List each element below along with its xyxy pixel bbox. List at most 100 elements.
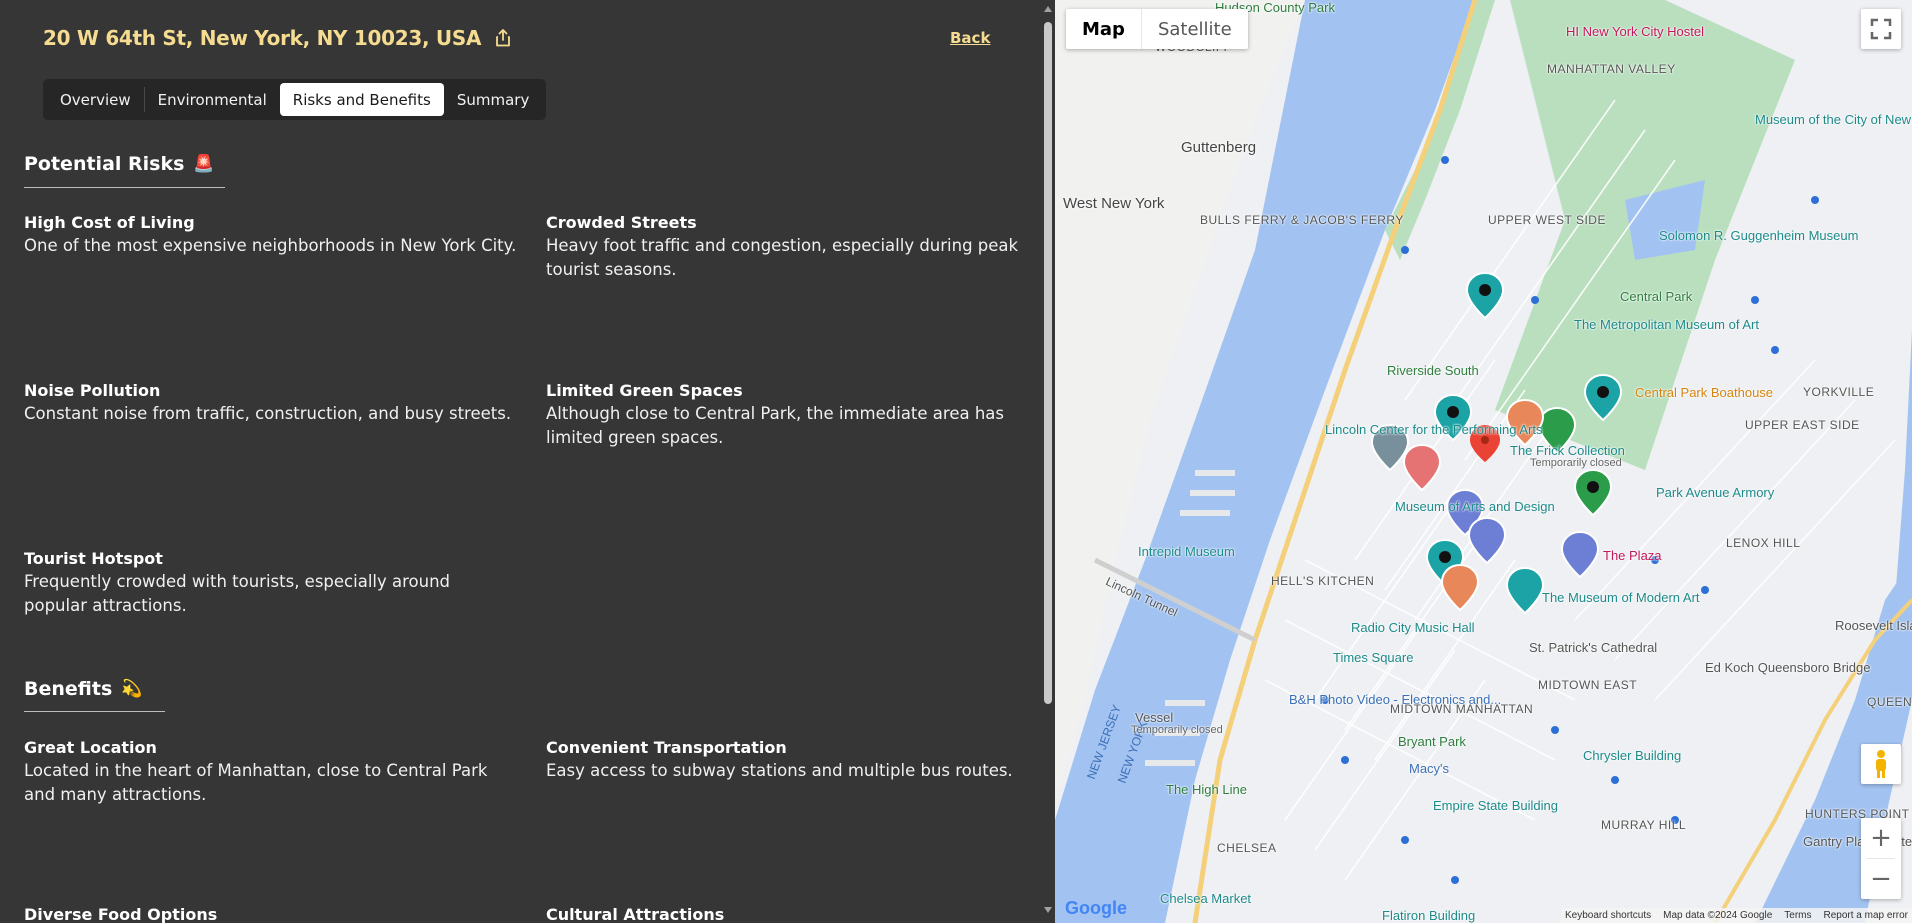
map-label: Guttenberg <box>1181 139 1257 156</box>
map-label: The Frick Collection <box>1510 443 1625 458</box>
benefits-underline <box>24 711 165 712</box>
map-label: Park Avenue Armory <box>1656 485 1775 500</box>
map-label: West New York <box>1063 195 1165 212</box>
map-footer: Keyboard shortcuts Map data ©2024 Google… <box>1561 908 1912 923</box>
risk-desc: Although close to Central Park, the imme… <box>546 404 1004 447</box>
keyboard-shortcuts-link[interactable]: Keyboard shortcuts <box>1565 910 1651 921</box>
map-label: Lincoln Center for the Performing Arts <box>1325 422 1543 437</box>
map-label: Times Square <box>1333 650 1414 665</box>
map-label: Empire State Building <box>1433 798 1559 813</box>
map-label: Ed Koch Queensboro Bridge <box>1705 660 1871 675</box>
zoom-in-button[interactable]: + <box>1861 818 1901 858</box>
benefit-title: Great Location <box>24 738 157 757</box>
risk-title: Limited Green Spaces <box>546 381 743 400</box>
share-icon[interactable] <box>495 29 511 47</box>
map-label: Radio City Music Hall <box>1351 620 1475 635</box>
map-label: The High Line <box>1166 782 1247 797</box>
benefit-item: Great Location Located in the heart of M… <box>24 737 494 807</box>
map-type-satellite-button[interactable]: Satellite <box>1140 9 1248 49</box>
back-link[interactable]: Back <box>950 29 990 47</box>
map[interactable]: HI New York City Hostel MANHATTAN VALLEY… <box>1055 0 1912 923</box>
risks-underline <box>24 187 225 188</box>
map-label: The Plaza <box>1603 548 1662 563</box>
risk-title: Noise Pollution <box>24 381 161 400</box>
map-label: MURRAY HILL <box>1601 818 1687 832</box>
report-map-error-link[interactable]: Report a map error <box>1824 910 1908 921</box>
map-label: HI New York City Hostel <box>1566 24 1704 39</box>
map-label: Bryant Park <box>1398 734 1466 749</box>
map-label: MIDTOWN MANHATTAN <box>1390 702 1534 716</box>
google-logo-text: Google <box>1065 898 1127 918</box>
details-panel: 20 W 64th St, New York, NY 10023, USA Ba… <box>0 0 1055 923</box>
map-label: UPPER EAST SIDE <box>1745 418 1860 432</box>
benefits-heading: Benefits 💫 <box>24 678 142 700</box>
map-label: HELL'S KITCHEN <box>1271 574 1375 588</box>
benefit-title: Convenient Transportation <box>546 738 787 757</box>
benefit-desc: Located in the heart of Manhattan, close… <box>24 761 488 804</box>
siren-icon: 🚨 <box>193 154 215 174</box>
risk-title: High Cost of Living <box>24 213 195 232</box>
fullscreen-button[interactable] <box>1861 9 1901 49</box>
map-type-map-button[interactable]: Map <box>1066 9 1141 49</box>
risk-desc: Heavy foot traffic and congestion, espec… <box>546 236 1019 279</box>
zoom-control: + − <box>1861 818 1901 899</box>
scroll-up-icon[interactable] <box>1044 6 1052 12</box>
risk-item: Crowded Streets Heavy foot traffic and c… <box>546 212 1046 282</box>
sparkle-icon: 💫 <box>121 679 143 699</box>
map-label: Chrysler Building <box>1583 748 1682 763</box>
map-label: BULLS FERRY & JACOB'S FERRY <box>1200 213 1404 227</box>
map-label: Macy's <box>1409 761 1450 776</box>
benefit-item: Convenient Transportation Easy access to… <box>546 737 1046 783</box>
risk-desc: One of the most expensive neighborhoods … <box>24 236 517 255</box>
risk-item: Tourist Hotspot Frequently crowded with … <box>24 548 454 618</box>
scroll-thumb[interactable] <box>1044 22 1052 704</box>
tab-summary[interactable]: Summary <box>444 83 543 116</box>
map-label: Temporarily closed <box>1530 457 1622 469</box>
scroll-down-icon[interactable] <box>1044 907 1052 913</box>
map-type-control: Map Satellite <box>1066 9 1248 49</box>
map-label: The Museum of Modern Art <box>1542 590 1700 605</box>
terms-link[interactable]: Terms <box>1784 910 1811 921</box>
map-label: Roosevelt Island <box>1835 618 1912 633</box>
benefit-title: Cultural Attractions <box>546 905 725 923</box>
scrollbar[interactable] <box>1041 0 1055 923</box>
tab-risks-and-benefits[interactable]: Risks and Benefits <box>279 83 444 116</box>
fullscreen-icon <box>1870 18 1892 40</box>
map-label: MIDTOWN EAST <box>1538 678 1638 692</box>
tab-bar: Overview Environmental Risks and Benefit… <box>43 79 547 120</box>
tab-environmental[interactable]: Environmental <box>145 83 280 116</box>
map-label: Central Park <box>1620 289 1693 304</box>
pegman-icon <box>1876 750 1886 778</box>
risk-item: High Cost of Living One of the most expe… <box>24 212 524 258</box>
map-label: Intrepid Museum <box>1138 544 1235 559</box>
risk-item: Limited Green Spaces Although close to C… <box>546 380 1046 450</box>
map-label: QUEENSB <box>1867 695 1912 709</box>
map-label: The Metropolitan Museum of Art <box>1574 317 1759 332</box>
street-view-button[interactable] <box>1861 744 1901 784</box>
benefit-item: Cultural Attractions <box>546 904 1046 923</box>
map-label: Museum of the City of New York <box>1755 112 1912 127</box>
google-logo: Google <box>1065 898 1127 919</box>
benefit-item: Diverse Food Options <box>24 904 524 923</box>
risks-title: Potential Risks <box>24 153 185 175</box>
benefits-title: Benefits <box>24 678 113 700</box>
map-label: Central Park Boathouse <box>1635 385 1774 400</box>
map-label: St. Patrick's Cathedral <box>1529 640 1658 655</box>
map-label: LENOX HILL <box>1726 536 1801 550</box>
risk-desc: Frequently crowded with tourists, especi… <box>24 572 451 615</box>
map-label: MANHATTAN VALLEY <box>1547 62 1676 76</box>
risk-desc: Constant noise from traffic, constructio… <box>24 404 512 423</box>
map-label: Flatiron Building <box>1382 908 1476 923</box>
map-label: Temporarily closed <box>1131 724 1223 736</box>
benefit-desc: Easy access to subway stations and multi… <box>546 761 1013 780</box>
risk-title: Tourist Hotspot <box>24 549 163 568</box>
map-data-attribution: Map data ©2024 Google <box>1663 910 1773 921</box>
benefit-title: Diverse Food Options <box>24 905 218 923</box>
header: 20 W 64th St, New York, NY 10023, USA <box>43 26 511 50</box>
map-label: Solomon R. Guggenheim Museum <box>1659 228 1859 243</box>
risk-item: Noise Pollution Constant noise from traf… <box>24 380 524 426</box>
address-title: 20 W 64th St, New York, NY 10023, USA <box>43 26 482 50</box>
zoom-out-button[interactable]: − <box>1861 859 1901 899</box>
risk-title: Crowded Streets <box>546 213 697 232</box>
tab-overview[interactable]: Overview <box>47 83 144 116</box>
